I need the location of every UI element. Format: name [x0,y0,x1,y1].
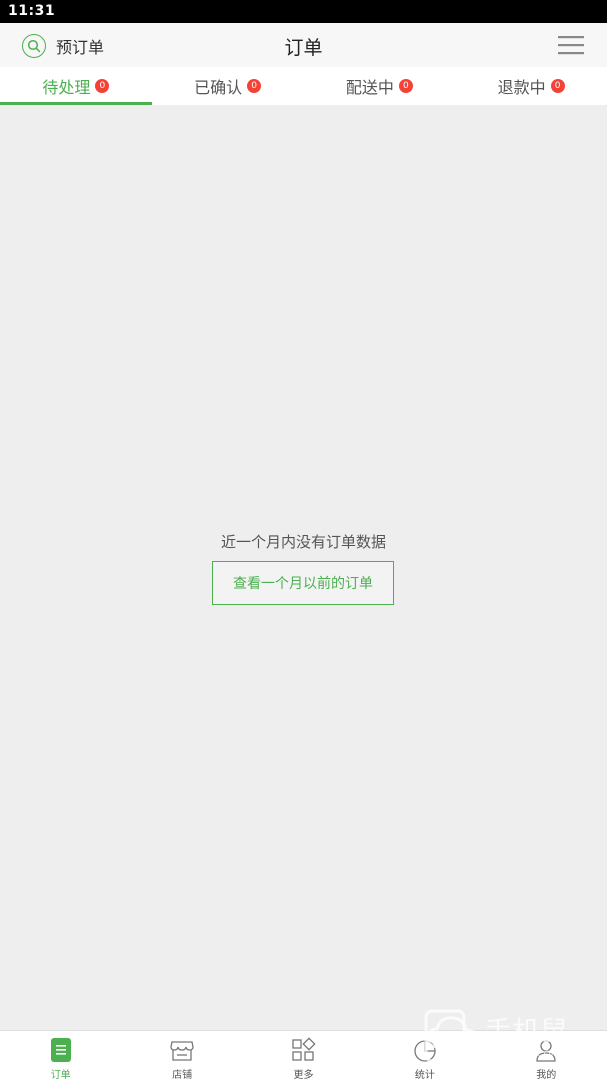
nav-label: 店铺 [172,1070,193,1080]
nav-item-orders[interactable]: 订单 [0,1031,121,1080]
tab-pending[interactable]: 待处理 0 [0,67,152,105]
tab-count-badge: 0 [247,79,262,93]
empty-state-message: 近一个月内没有订单数据 [220,533,386,551]
top-header: 预订单 订单 [0,23,607,67]
order-screen: 11:31 预订单 订单 待处理 0 已确认 0 配送中 0 退款中 0 近一个… [0,0,607,1080]
nav-label: 订单 [50,1070,71,1080]
nav-item-more[interactable]: 更多 [243,1031,364,1080]
tab-confirmed[interactable]: 已确认 0 [152,67,304,105]
tab-delivering[interactable]: 配送中 0 [304,67,456,105]
user-icon [536,1040,556,1062]
chart-icon [414,1040,436,1062]
order-status-tabs: 待处理 0 已确认 0 配送中 0 退款中 0 [0,67,607,105]
store-icon [170,1041,194,1061]
view-older-orders-button[interactable]: 查看一个月以前的订单 [212,561,394,605]
nav-item-profile[interactable]: 我的 [486,1031,607,1080]
search-icon [22,34,46,58]
status-time: 11:31 [8,3,56,19]
nav-label: 统计 [414,1070,435,1080]
tab-label: 退款中 [497,78,546,97]
active-tab-indicator [0,102,152,105]
pre-order-label: 预订单 [56,38,105,57]
nav-item-store[interactable]: 店铺 [121,1031,242,1080]
grid-icon [292,1037,317,1061]
menu-button[interactable] [558,35,584,55]
tab-refunding[interactable]: 退款中 0 [455,67,607,105]
nav-label: 我的 [536,1070,557,1080]
tab-count-badge: 0 [95,79,110,93]
tab-label: 配送中 [345,78,394,97]
hamburger-icon [558,36,584,55]
bottom-navigation: 订单 店铺 更多 统计 我的 [0,1030,607,1080]
tab-count-badge: 0 [550,79,565,93]
order-icon [50,1038,71,1062]
status-bar: 11:31 [0,0,607,23]
tab-count-badge: 0 [398,79,413,93]
nav-item-statistics[interactable]: 统计 [364,1031,485,1080]
nav-label: 更多 [293,1070,314,1080]
tab-label: 已确认 [194,78,243,97]
tab-label: 待处理 [42,78,91,97]
pre-order-search-button[interactable]: 预订单 [22,32,104,60]
